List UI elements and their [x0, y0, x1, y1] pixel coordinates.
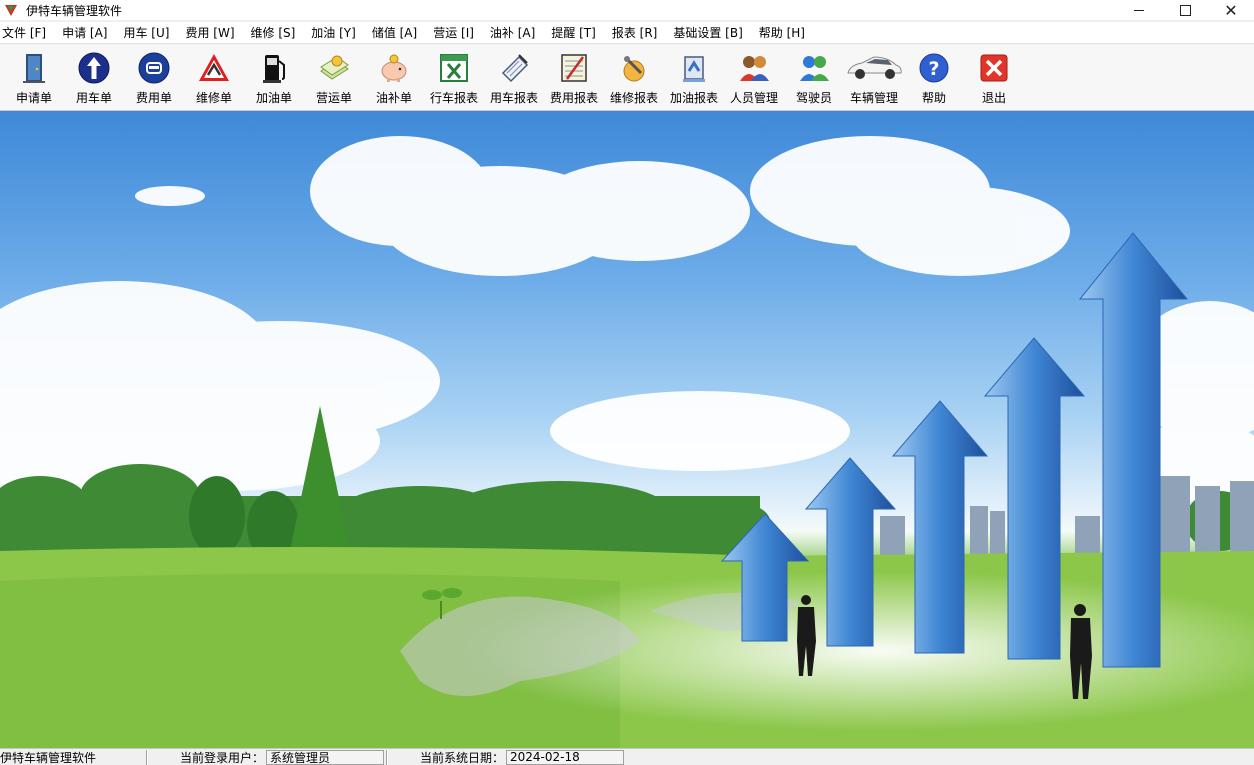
menu-refuel[interactable]: 加油 [Y] [311, 24, 356, 41]
menu-apply[interactable]: 申请 [A] [62, 24, 107, 41]
toolbar-driving-report[interactable]: 行车报表 [424, 45, 484, 109]
toolbar: 申请单 用车单 费用单 维修单 加油单 营运单 油补单 行车报表 用车报表 费用… [0, 45, 1254, 111]
toolbar-refuel-report[interactable]: 加油报表 [664, 45, 724, 109]
minimize-button[interactable] [1116, 0, 1162, 20]
car-circle-icon [138, 52, 170, 84]
close-button[interactable]: ✕ [1208, 0, 1254, 20]
toolbar-fuel-subsidy-form[interactable]: 油补单 [364, 45, 424, 109]
svg-text:?: ? [928, 58, 939, 80]
piggy-bank-icon [381, 54, 407, 82]
menu-report[interactable]: 报表 [R] [612, 24, 658, 41]
title-bar: 伊特车辆管理软件 ✕ [0, 0, 1254, 20]
toolbar-use-car-report[interactable]: 用车报表 [484, 45, 544, 109]
toolbar-exit[interactable]: 退出 [964, 45, 1024, 109]
toolbar-personnel-management[interactable]: 人员管理 [724, 45, 784, 109]
menu-bar: 文件 [F] 申请 [A] 用车 [U] 费用 [W] 维修 [S] 加油 [Y… [0, 22, 1254, 44]
toolbar-repair-form[interactable]: 维修单 [184, 45, 244, 109]
status-bar: 伊特车辆管理软件 当前登录用户： 系统管理员 当前系统日期： 2024-02-1… [0, 748, 1254, 765]
menu-stored-value[interactable]: 储值 [A] [372, 24, 417, 41]
toolbar-refuel-form[interactable]: 加油单 [244, 45, 304, 109]
status-user-label: 当前登录用户： [179, 750, 264, 765]
toolbar-help[interactable]: ? 帮助 [904, 45, 964, 109]
toolbar-apply-form[interactable]: 申请单 [4, 45, 64, 109]
status-date-value: 2024-02-18 [506, 749, 624, 765]
status-user-value: 系统管理员 [266, 749, 384, 765]
door-icon [23, 54, 45, 83]
toolbar-use-car-form[interactable]: 用车单 [64, 45, 124, 109]
menu-use-car[interactable]: 用车 [U] [123, 24, 169, 41]
menu-repair[interactable]: 维修 [S] [251, 24, 296, 41]
status-date-label: 当前系统日期： [419, 750, 504, 765]
clouds [0, 136, 1254, 501]
menu-help[interactable]: 帮助 [H] [759, 24, 805, 41]
window-controls: ✕ [1116, 0, 1254, 20]
background-illustration [0, 136, 1254, 748]
excel-icon [440, 54, 468, 82]
notepad-icon [561, 54, 587, 82]
menu-reminder[interactable]: 提醒 [T] [551, 24, 596, 41]
toolbar-expense-report[interactable]: 费用报表 [544, 45, 604, 109]
fuel-report-icon [683, 56, 705, 82]
toolbar-vehicle-management[interactable]: 车辆管理 [844, 45, 904, 109]
help-icon: ? [919, 53, 949, 83]
drivers-icon [800, 56, 829, 81]
maximize-button[interactable] [1162, 0, 1208, 20]
repair-report-icon [623, 56, 645, 82]
fuel-pump-icon [263, 55, 285, 83]
menu-operation[interactable]: 营运 [I] [433, 24, 474, 41]
main-background [0, 111, 1254, 748]
money-icon [320, 55, 349, 80]
toolbar-repair-report[interactable]: 维修报表 [604, 45, 664, 109]
repair-warning-icon [199, 54, 229, 81]
menu-fuel-subsidy[interactable]: 油补 [A] [490, 24, 535, 41]
window-title: 伊特车辆管理软件 [26, 3, 123, 18]
exit-icon [980, 54, 1008, 82]
menu-basic-settings[interactable]: 基础设置 [B] [673, 24, 742, 41]
menu-expense[interactable]: 费用 [W] [185, 24, 234, 41]
up-arrow-icon [78, 52, 110, 84]
menu-file[interactable]: 文件 [F] [2, 24, 46, 41]
app-logo-icon [5, 5, 17, 16]
white-car-icon [847, 56, 902, 79]
scroll-icon [501, 54, 529, 83]
people-icon [740, 56, 769, 81]
toolbar-drivers[interactable]: 驾驶员 [784, 45, 844, 109]
toolbar-expense-form[interactable]: 费用单 [124, 45, 184, 109]
toolbar-operation-form[interactable]: 营运单 [304, 45, 364, 109]
status-app-name: 伊特车辆管理软件 [0, 750, 97, 765]
